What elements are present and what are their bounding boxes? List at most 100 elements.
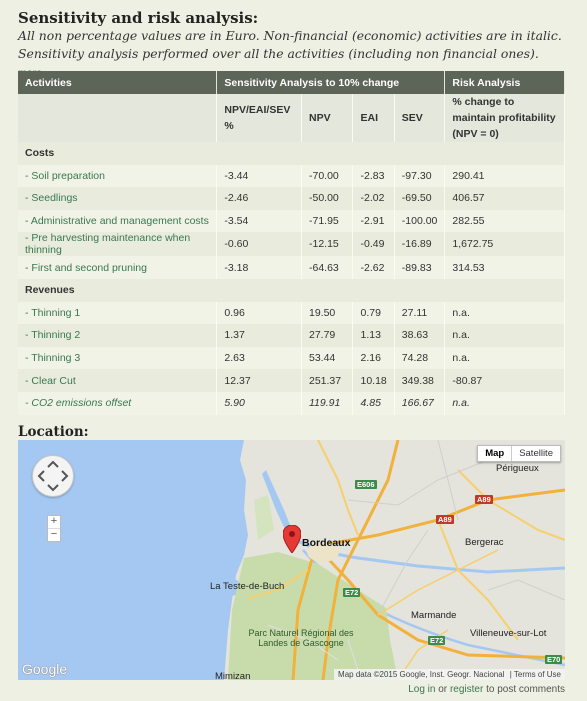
subheader-risk-desc: % change to maintain profitability (NPV …: [444, 94, 565, 142]
road-e70: E70: [545, 655, 563, 664]
login-link[interactable]: Log in: [408, 684, 435, 695]
activity-name[interactable]: - Administrative and management costs: [18, 209, 218, 233]
cell-sev: -100.00: [394, 209, 446, 233]
attribution-text: Map data ©2015 Google, Inst. Geogr. Naci…: [338, 670, 505, 679]
map-type-satellite-button[interactable]: Satellite: [512, 446, 560, 461]
zoom-control: + −: [47, 515, 61, 542]
subheader-sev: SEV: [394, 94, 446, 142]
zoom-in-button[interactable]: +: [48, 516, 60, 528]
road-e72-south: E72: [428, 636, 446, 645]
table-row: - Pre harvesting maintenance when thinni…: [18, 232, 565, 257]
cell-sev: 27.11: [394, 301, 446, 325]
activity-name[interactable]: - Soil preparation: [18, 164, 218, 188]
subheader-npv-ratio: NPV/EAI/SEV %: [216, 94, 302, 142]
activity-name[interactable]: - Thinning 3: [18, 346, 218, 370]
footer-suffix: to post comments: [486, 684, 565, 695]
cell-eai: -0.49: [352, 232, 395, 257]
place-bergerac: Bergerac: [465, 537, 504, 548]
place-mimizan: Mimizan: [215, 671, 251, 680]
activity-name[interactable]: - Pre harvesting maintenance when thinni…: [18, 232, 218, 257]
subheader-npv: NPV: [301, 94, 354, 142]
cell-npv: 119.91: [301, 391, 354, 415]
cell-risk: 282.55: [444, 209, 565, 233]
table-row: - Thinning 2 1.37 27.79 1.13 38.63 n.a.: [18, 324, 565, 347]
place-marmande: Marmande: [411, 610, 457, 621]
table-row: - Thinning 3 2.63 53.44 2.16 74.28 n.a.: [18, 346, 565, 370]
subheader-eai: EAI: [352, 94, 395, 142]
cell-risk: 290.41: [444, 164, 565, 188]
terms-of-use-link[interactable]: Terms of Use: [514, 670, 561, 679]
cell-sev: -16.89: [394, 232, 446, 257]
footer-or: or: [438, 684, 448, 695]
page: Sensitivity and risk analysis: All non p…: [0, 0, 587, 701]
cell-npv-ratio: 12.37: [216, 369, 302, 392]
subheader-empty: [18, 94, 218, 142]
table-group-row: Costs: [18, 142, 565, 165]
activity-name[interactable]: - CO2 emissions offset: [18, 391, 218, 415]
road-a89-north: A89: [475, 495, 493, 504]
road-e606: E606: [355, 480, 377, 489]
zoom-out-button[interactable]: −: [48, 528, 60, 541]
table-row: - First and second pruning -3.18 -64.63 -2.…: [18, 256, 565, 279]
cell-eai: 0.79: [352, 301, 395, 325]
location-title: Location:: [18, 424, 89, 440]
header-risk: Risk Analysis: [444, 71, 565, 94]
place-park: Parc Naturel Régional des Landes de Gasc…: [248, 628, 354, 648]
cell-npv: -50.00: [301, 187, 354, 210]
place-la-teste: La Teste-de-Buch: [210, 581, 285, 592]
header-sensitivity: Sensitivity Analysis to 10% change: [216, 71, 446, 94]
group-label: Costs: [18, 142, 565, 165]
activity-name[interactable]: - Seedlings: [18, 187, 218, 210]
activity-name[interactable]: - Thinning 1: [18, 301, 218, 325]
section-title: Sensitivity and risk analysis:: [18, 9, 259, 27]
cell-npv-ratio: -3.44: [216, 164, 302, 188]
cell-risk: 1,672.75: [444, 232, 565, 257]
table-row: - Clear Cut 12.37 251.37 10.18 349.38 -80.87: [18, 369, 565, 392]
cell-sev: 74.28: [394, 346, 446, 370]
cell-npv-ratio: -3.18: [216, 256, 302, 279]
table-row: - Thinning 1 0.96 19.50 0.79 27.11 n.a.: [18, 301, 565, 325]
cell-sev: -97.30: [394, 164, 446, 188]
map-attribution: Map data ©2015 Google, Inst. Geogr. Naci…: [334, 669, 565, 680]
table-row: - Soil preparation -3.44 -70.00 -2.83 -97.30…: [18, 164, 565, 188]
cell-risk: 314.53: [444, 256, 565, 279]
pan-control[interactable]: [32, 455, 74, 497]
cell-eai: 2.16: [352, 346, 395, 370]
cell-eai: 1.13: [352, 324, 395, 347]
road-e72-north: E72: [343, 588, 361, 597]
cell-npv: -70.00: [301, 164, 354, 188]
table-subheader-row: NPV/EAI/SEV % NPV EAI SEV % change to ma…: [18, 94, 565, 142]
activity-name[interactable]: - Clear Cut: [18, 369, 218, 392]
cell-sev: 38.63: [394, 324, 446, 347]
cell-npv-ratio: -0.60: [216, 232, 302, 257]
cell-eai: -2.83: [352, 164, 395, 188]
table-header-row: Activities Sensitivity Analysis to 10% c…: [18, 71, 565, 94]
cell-npv: 53.44: [301, 346, 354, 370]
sensitivity-table: Activities Sensitivity Analysis to 10% c…: [18, 71, 565, 415]
cell-risk: n.a.: [444, 391, 565, 415]
road-a89-south: A89: [436, 515, 454, 524]
cell-npv: 251.37: [301, 369, 354, 392]
activity-name[interactable]: - First and second pruning: [18, 256, 218, 279]
table-body: Costs - Soil preparation -3.44 -70.00 -2.83-…: [18, 142, 565, 415]
activity-name[interactable]: - Thinning 2: [18, 324, 218, 347]
cell-npv: -64.63: [301, 256, 354, 279]
cell-eai: 10.18: [352, 369, 395, 392]
map-marker-icon[interactable]: [282, 524, 302, 558]
cell-sev: 349.38: [394, 369, 446, 392]
cell-npv-ratio: -2.46: [216, 187, 302, 210]
cell-npv-ratio: -3.54: [216, 209, 302, 233]
table-group-row: Revenues: [18, 278, 565, 302]
cell-risk: n.a.: [444, 301, 565, 325]
cell-npv-ratio: 5.90: [216, 391, 302, 415]
cell-npv-ratio: 0.96: [216, 301, 302, 325]
cell-sev: 166.67: [394, 391, 446, 415]
map-type-control: Map Satellite: [477, 445, 561, 462]
cell-sev: -89.83: [394, 256, 446, 279]
location-map[interactable]: Périgueux Bordeaux Bergerac La Teste-de-…: [18, 440, 565, 680]
comment-footer: Log in or register to post comments: [408, 684, 565, 695]
place-bordeaux: Bordeaux: [302, 537, 351, 549]
register-link[interactable]: register: [450, 684, 483, 695]
cell-npv-ratio: 1.37: [216, 324, 302, 347]
map-type-map-button[interactable]: Map: [478, 446, 513, 461]
